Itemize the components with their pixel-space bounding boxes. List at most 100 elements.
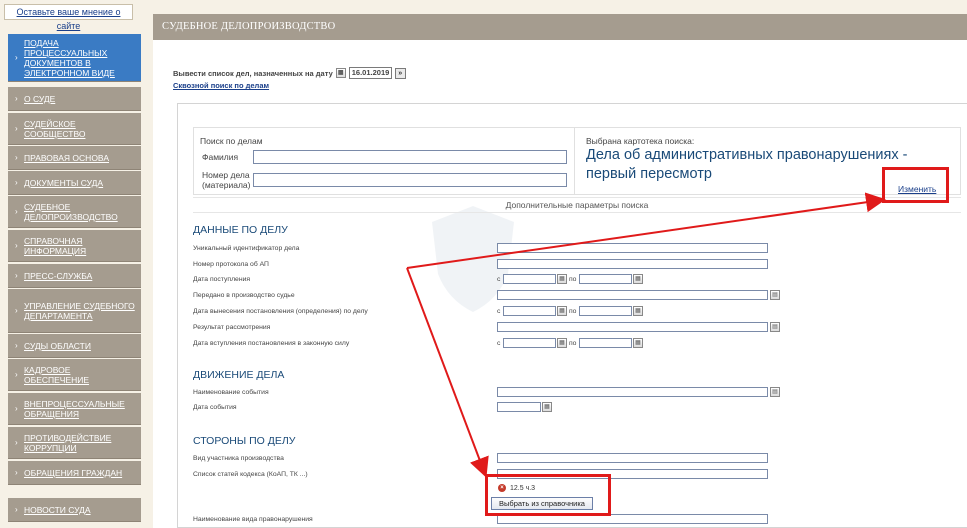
chevron-right-icon: › bbox=[15, 93, 18, 103]
sidebar-item-news[interactable]: › НОВОСТИ СУДА bbox=[8, 498, 141, 522]
sidebar-item-label: ПРАВОВАЯ ОСНОВА bbox=[24, 152, 109, 163]
search-criteria: Поиск по делам Фамилия Номер дела (матер… bbox=[194, 128, 575, 194]
case-data-title: ДАННЫЕ ПО ДЕЛУ bbox=[193, 224, 288, 236]
date-filter: Вывести список дел, назначенных на дату … bbox=[173, 66, 406, 80]
field-label-protocol: Номер протокола об АП bbox=[193, 261, 269, 268]
date-filter-label: Вывести список дел, назначенных на дату bbox=[173, 68, 333, 78]
catalog-label: Выбрана картотека поиска: bbox=[586, 136, 695, 146]
receipt-date-from-input[interactable] bbox=[503, 274, 556, 284]
chevron-right-icon: › bbox=[15, 437, 18, 447]
sidebar-item-citizen-appeals[interactable]: › ОБРАЩЕНИЯ ГРАЖДАН bbox=[8, 461, 141, 485]
protocol-input[interactable] bbox=[497, 259, 768, 269]
sidebar-item-label: ОБРАЩЕНИЯ ГРАЖДАН bbox=[24, 467, 123, 478]
chevron-right-icon: › bbox=[15, 177, 18, 187]
chevron-right-icon: › bbox=[15, 206, 18, 216]
ruling-date-to-input[interactable] bbox=[579, 306, 632, 316]
search-box: Поиск по делам Фамилия Номер дела (матер… bbox=[193, 127, 961, 195]
sidebar-item-legal-basis[interactable]: › ПРАВОВАЯ ОСНОВА bbox=[8, 146, 141, 170]
sidebar-item-label: СУДЕЙСКОЕ СООБЩЕСТВО bbox=[24, 118, 86, 139]
sidebar-item-label: ПОДАЧА ПРОЦЕССУАЛЬНЫХ ДОКУМЕНТОВ В ЭЛЕКТ… bbox=[24, 37, 115, 78]
cross-search-link[interactable]: Сквозной поиск по делам bbox=[173, 81, 269, 90]
sidebar-item-label: НОВОСТИ СУДА bbox=[24, 504, 91, 515]
main-content: Вывести список дел, назначенных на дату … bbox=[153, 40, 967, 528]
calendar-icon[interactable]: ▦ bbox=[335, 68, 346, 78]
parties-title: СТОРОНЫ ПО ДЕЛУ bbox=[193, 435, 296, 447]
calendar-icon[interactable]: ▦ bbox=[633, 274, 643, 284]
calendar-icon[interactable]: ▦ bbox=[557, 274, 567, 284]
field-label-articles: Список статей кодекса (КоАП, ТК ...) bbox=[193, 471, 308, 478]
sidebar-item-label: СУДЫ ОБЛАСТИ bbox=[24, 340, 91, 351]
sidebar-item-non-procedural[interactable]: › ВНЕПРОЦЕССУАЛЬНЫЕ ОБРАЩЕНИЯ bbox=[8, 393, 141, 425]
annotation-highlight-change bbox=[882, 167, 949, 203]
field-label-event-name: Наименование события bbox=[193, 389, 269, 396]
judge-input[interactable] bbox=[497, 290, 768, 300]
list-picker-icon[interactable]: ▤ bbox=[770, 387, 780, 397]
calendar-icon[interactable]: ▦ bbox=[633, 338, 643, 348]
sidebar-item-press[interactable]: › ПРЕСС-СЛУЖБА bbox=[8, 264, 141, 288]
surname-label: Фамилия bbox=[202, 152, 239, 162]
sidebar-item-label: О СУДЕ bbox=[24, 93, 56, 104]
case-number-label: Номер дела bbox=[202, 170, 250, 180]
sidebar-item-department[interactable]: › УПРАВЛЕНИЕ СУДЕБНОГО ДЕПАРТАМЕНТА bbox=[8, 289, 141, 333]
sidebar-item-judges[interactable]: › СУДЕЙСКОЕ СООБЩЕСТВО bbox=[8, 113, 141, 145]
sidebar-item-label: СУДЕБНОЕ ДЕЛОПРОИЗВОДСТВО bbox=[24, 201, 118, 222]
nav-separator bbox=[8, 488, 141, 498]
chevron-right-icon: › bbox=[15, 369, 18, 379]
field-label-participant: Вид участника производства bbox=[193, 455, 284, 462]
effective-date-to-input[interactable] bbox=[579, 338, 632, 348]
chevron-right-icon: › bbox=[15, 123, 18, 133]
list-picker-icon[interactable]: ▤ bbox=[770, 290, 780, 300]
sidebar-item-label: СПРАВОЧНАЯ ИНФОРМАЦИЯ bbox=[24, 235, 87, 256]
result-input[interactable] bbox=[497, 322, 768, 332]
sidebar-item-region-courts[interactable]: › СУДЫ ОБЛАСТИ bbox=[8, 334, 141, 358]
sidebar-item-electronic-filing[interactable]: › ПОДАЧА ПРОЦЕССУАЛЬНЫХ ДОКУМЕНТОВ В ЭЛЕК… bbox=[8, 34, 141, 82]
list-picker-icon[interactable]: ▤ bbox=[770, 322, 780, 332]
sidebar-item-label: ПРОТИВОДЕЙСТВИЕ КОРРУПЦИИ bbox=[24, 432, 112, 453]
event-name-input[interactable] bbox=[497, 387, 768, 397]
date-to-label: по bbox=[569, 340, 577, 347]
arrow-right-icon[interactable]: » bbox=[394, 67, 406, 79]
chevron-right-icon: › bbox=[15, 504, 18, 514]
field-label-uid: Уникальный идентификатор дела bbox=[193, 245, 300, 252]
date-to-label: по bbox=[569, 276, 577, 283]
event-date-input[interactable] bbox=[497, 402, 541, 412]
field-label-judge: Передано в производство судье bbox=[193, 292, 295, 299]
calendar-icon[interactable]: ▦ bbox=[557, 338, 567, 348]
sidebar-item-staffing[interactable]: › КАДРОВОЕ ОБЕСПЕЧЕНИЕ bbox=[8, 359, 141, 391]
extra-params-toggle[interactable]: Дополнительные параметры поиска bbox=[193, 197, 961, 213]
participant-input[interactable] bbox=[497, 453, 768, 463]
surname-input[interactable] bbox=[253, 150, 567, 164]
chevron-right-icon: › bbox=[15, 270, 18, 280]
sidebar-item-label: ВНЕПРОЦЕССУАЛЬНЫЕ ОБРАЩЕНИЯ bbox=[24, 398, 125, 419]
field-label-effective-date: Дата вступления постановления в законную… bbox=[193, 340, 350, 347]
movement-title: ДВИЖЕНИЕ ДЕЛА bbox=[193, 369, 285, 381]
feedback-link[interactable]: Оставьте ваше мнение о сайте bbox=[4, 4, 133, 31]
sidebar-item-reference[interactable]: › СПРАВОЧНАЯ ИНФОРМАЦИЯ bbox=[8, 230, 141, 262]
sidebar-item-label: ПРЕСС-СЛУЖБА bbox=[24, 270, 93, 281]
calendar-icon[interactable]: ▦ bbox=[557, 306, 567, 316]
receipt-date-to-input[interactable] bbox=[579, 274, 632, 284]
chevron-right-icon: › bbox=[15, 340, 18, 350]
sidebar-item-proceedings[interactable]: › СУДЕБНОЕ ДЕЛОПРОИЗВОДСТВО bbox=[8, 196, 141, 228]
chevron-right-icon: › bbox=[15, 305, 18, 315]
sidebar-item-label: ДОКУМЕНТЫ СУДА bbox=[24, 177, 104, 188]
effective-date-from-input[interactable] bbox=[503, 338, 556, 348]
field-label-ruling-date: Дата вынесения постановления (определени… bbox=[193, 308, 368, 315]
sidebar-item-about[interactable]: › О СУДЕ bbox=[8, 87, 141, 111]
ruling-date-from-input[interactable] bbox=[503, 306, 556, 316]
calendar-icon[interactable]: ▦ bbox=[542, 402, 552, 412]
uid-input[interactable] bbox=[497, 243, 768, 253]
chevron-right-icon: › bbox=[15, 467, 18, 477]
date-input[interactable]: 16.01.2019 bbox=[348, 67, 392, 79]
sidebar-item-documents[interactable]: › ДОКУМЕНТЫ СУДА bbox=[8, 171, 141, 195]
annotation-highlight-picker bbox=[485, 474, 611, 516]
calendar-icon[interactable]: ▦ bbox=[633, 306, 643, 316]
sidebar-item-anticorruption[interactable]: › ПРОТИВОДЕЙСТВИЕ КОРРУПЦИИ bbox=[8, 427, 141, 459]
field-label-offense-type: Наименование вида правонарушения bbox=[193, 516, 313, 523]
chevron-right-icon: › bbox=[15, 403, 18, 413]
case-number-input[interactable] bbox=[253, 173, 567, 187]
page-title: СУДЕБНОЕ ДЕЛОПРОИЗВОДСТВО bbox=[153, 14, 967, 40]
chevron-right-icon: › bbox=[15, 52, 18, 62]
date-from-label: с bbox=[497, 276, 501, 283]
search-form: Поиск по делам Фамилия Номер дела (матер… bbox=[177, 103, 967, 528]
